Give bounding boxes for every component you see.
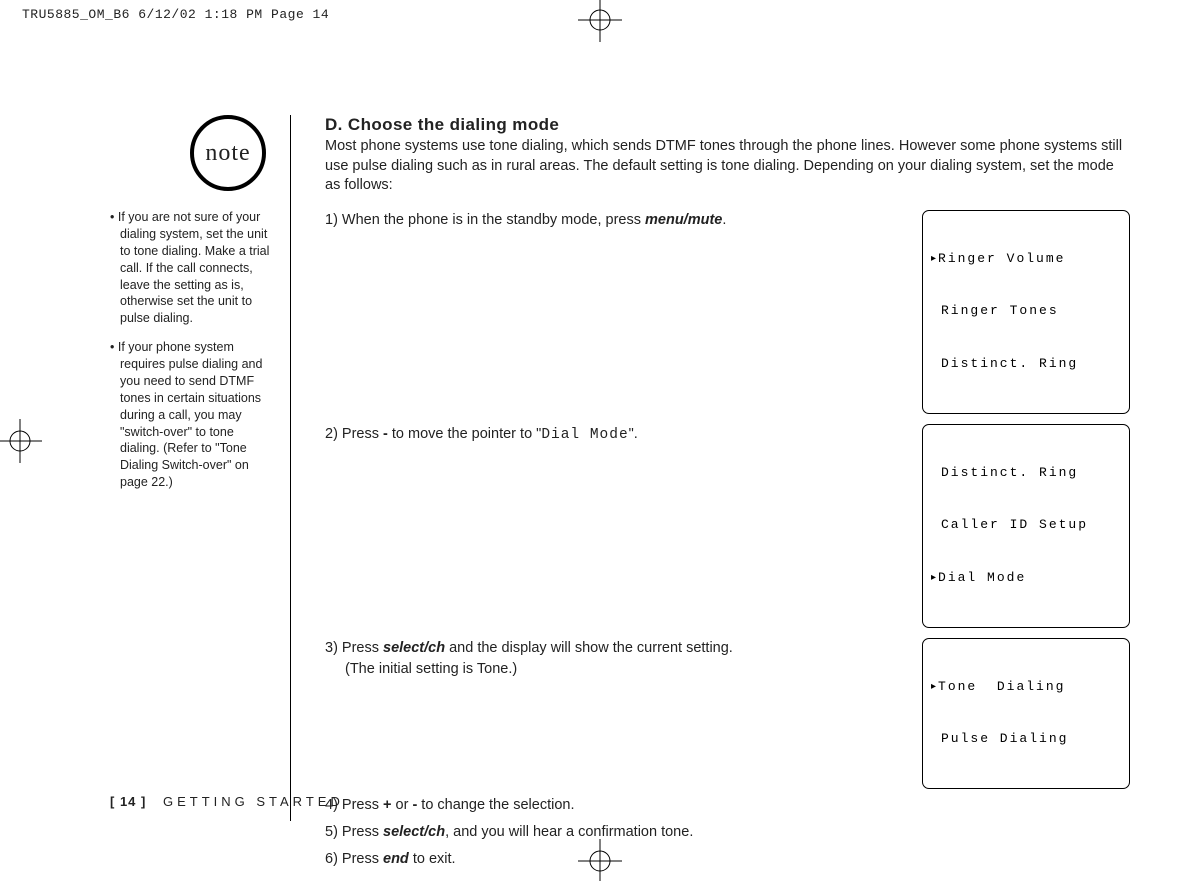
- note-item: • If your phone system requires pulse di…: [110, 339, 272, 491]
- note-icon: note: [190, 115, 266, 191]
- lcd-display-2: Distinct. Ring Caller ID Setup Dial Mode: [922, 424, 1130, 628]
- section-d-title: D. Choose the dialing mode: [325, 115, 1130, 135]
- step-2-row: 2) Press - to move the pointer to "Dial …: [325, 424, 1130, 628]
- step-5-text: 5) Press select/ch, and you will hear a …: [325, 822, 1130, 843]
- step-3-mid: and the display will show the current se…: [445, 640, 733, 656]
- step-4-text: 4) Press + or - to change the selection.: [325, 795, 1130, 816]
- footer-section: GETTING STARTED: [163, 794, 344, 809]
- page-body: note • If you are not sure of your diali…: [0, 115, 1200, 821]
- step-1-post: .: [722, 212, 726, 228]
- step-3-sub: (The initial setting is Tone.): [325, 659, 904, 680]
- lcd2-line1: Distinct. Ring: [931, 464, 1121, 482]
- page-footer: [ 14 ] GETTING STARTED: [110, 794, 344, 809]
- registration-mark-top: [578, 0, 622, 42]
- note-item: • If you are not sure of your dialing sy…: [110, 209, 272, 327]
- lcd-display-1: Ringer Volume Ringer Tones Distinct. Rin…: [922, 210, 1130, 414]
- step-2-mono: Dial Mode: [541, 427, 628, 443]
- step-2-text: 2) Press - to move the pointer to "Dial …: [325, 424, 904, 446]
- section-d-intro: Most phone systems use tone dialing, whi…: [325, 137, 1130, 196]
- lcd1-line1: Ringer Volume: [931, 250, 1121, 268]
- lcd2-line3: Dial Mode: [931, 569, 1121, 587]
- page-number: [ 14 ]: [110, 794, 146, 809]
- lcd1-line2: Ringer Tones: [931, 302, 1121, 320]
- step-5-post: , and you will hear a confirmation tone.: [445, 824, 693, 840]
- step-5-pre: 5) Press: [325, 824, 383, 840]
- print-job-header: TRU5885_OM_B6 6/12/02 1:18 PM Page 14: [22, 8, 329, 21]
- step-6-text: 6) Press end to exit.: [325, 849, 1130, 870]
- step-1-text: 1) When the phone is in the standby mode…: [325, 210, 904, 231]
- step-4-or: or: [391, 797, 412, 813]
- step-2-pre: 2) Press: [325, 426, 383, 442]
- step-3-key: select/ch: [383, 640, 445, 656]
- note-icon-label: note: [205, 140, 250, 167]
- step-3-row: 3) Press select/ch and the display will …: [325, 638, 1130, 789]
- step-6-pre: 6) Press: [325, 851, 383, 867]
- step-6-post: to exit.: [409, 851, 456, 867]
- step-1-pre: 1) When the phone is in the standby mode…: [325, 212, 645, 228]
- note-list: • If you are not sure of your dialing sy…: [110, 209, 272, 503]
- lcd3-line2-text: Pulse Dialing: [941, 731, 1068, 746]
- lcd1-line3-text: Distinct. Ring: [941, 356, 1078, 371]
- lcd2-line2-text: Caller ID Setup: [941, 517, 1088, 532]
- lcd2-line2: Caller ID Setup: [931, 516, 1121, 534]
- step-2-mid: to move the pointer to ": [388, 426, 541, 442]
- step-2-post: ".: [629, 426, 638, 442]
- step-1-row: 1) When the phone is in the standby mode…: [325, 210, 1130, 414]
- step-1-key: menu/mute: [645, 212, 722, 228]
- lcd3-line1: Tone Dialing: [931, 678, 1121, 696]
- step-3-pre: 3) Press: [325, 640, 383, 656]
- step-5-key: select/ch: [383, 824, 445, 840]
- lcd1-line2-text: Ringer Tones: [941, 303, 1059, 318]
- lcd1-line3: Distinct. Ring: [931, 355, 1121, 373]
- step-3-text: 3) Press select/ch and the display will …: [325, 638, 904, 680]
- step-6-key: end: [383, 851, 409, 867]
- lcd-display-3: Tone Dialing Pulse Dialing: [922, 638, 1130, 789]
- main-content: D. Choose the dialing mode Most phone sy…: [290, 115, 1200, 821]
- step-4-post: to change the selection.: [417, 797, 574, 813]
- lcd3-line2: Pulse Dialing: [931, 730, 1121, 748]
- note-sidebar: note • If you are not sure of your diali…: [0, 115, 290, 821]
- lcd2-line1-text: Distinct. Ring: [941, 465, 1078, 480]
